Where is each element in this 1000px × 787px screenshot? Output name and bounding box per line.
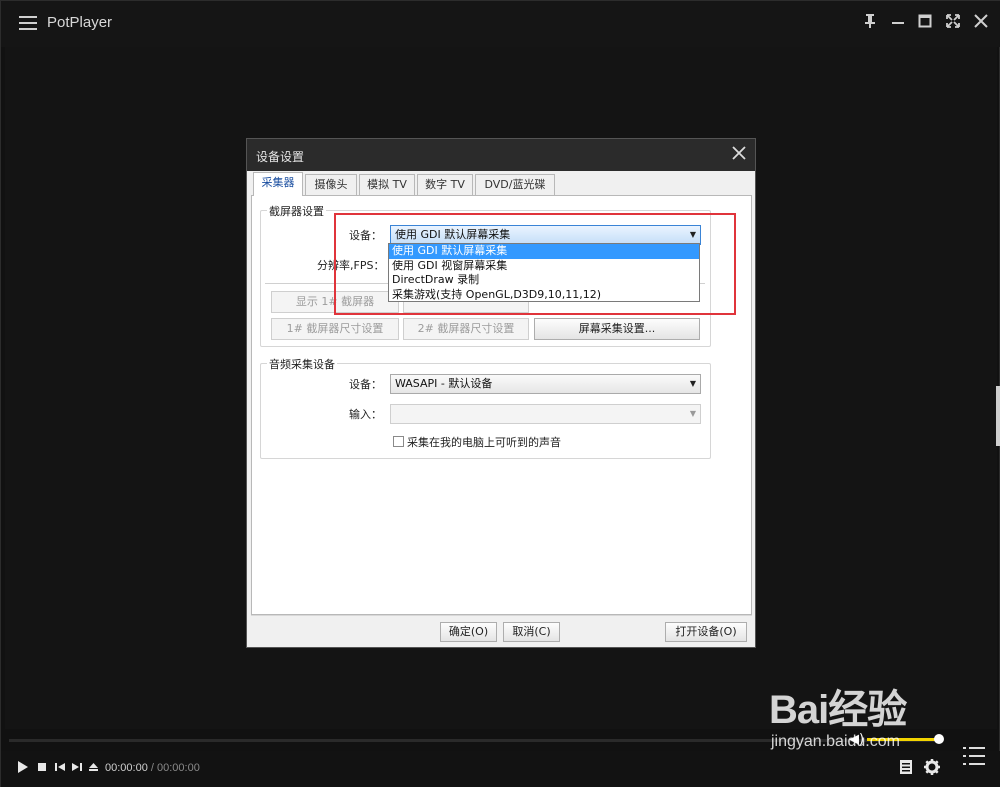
cancel-button[interactable]: 取消(C) (503, 622, 560, 642)
capture-system-audio-label: 采集在我的电脑上可听到的声音 (407, 436, 561, 449)
play-icon[interactable] (17, 761, 29, 776)
capturer-2-size-button[interactable]: 2# 截屏器尺寸设置 (403, 318, 529, 340)
time-separator: / (150, 762, 154, 774)
audio-device-label: 设备： (349, 378, 382, 391)
tab-analog-tv[interactable]: 模拟 TV (359, 174, 415, 195)
annotation-highlight-box (334, 213, 736, 315)
audio-device-value: WASAPI - 默认设备 (395, 377, 493, 390)
title-bar: PotPlayer (1, 1, 1000, 47)
audio-capture-group: 音频采集设备 设备： WASAPI - 默认设备 ▼ 输入： ▼ 采集在我的电脑… (260, 356, 711, 459)
previous-icon[interactable] (55, 761, 66, 776)
next-icon[interactable] (72, 761, 83, 776)
tab-capture[interactable]: 采集器 (253, 172, 303, 196)
audio-input-select[interactable]: ▼ (390, 404, 701, 424)
total-time: 00:00:00 (157, 762, 200, 774)
tab-dvd-bluray[interactable]: DVD/蓝光碟 (475, 174, 555, 195)
watermark-logo-text: Bai经验 (769, 688, 907, 732)
footer-divider (251, 615, 752, 616)
minimize-icon[interactable] (888, 13, 908, 33)
screen-capture-group-label: 截屏器设置 (267, 203, 326, 219)
close-icon[interactable] (971, 13, 991, 33)
tab-digital-tv[interactable]: 数字 TV (417, 174, 473, 195)
dialog-title: 设备设置 (256, 150, 305, 164)
tab-camera[interactable]: 摄像头 (305, 174, 357, 195)
chevron-down-icon: ▼ (689, 409, 696, 418)
eject-icon[interactable] (88, 761, 99, 776)
pin-icon[interactable] (860, 13, 880, 33)
ok-button[interactable]: 确定(O) (440, 622, 497, 642)
dialog-close-icon[interactable] (731, 143, 747, 167)
current-time: 00:00:00 (105, 762, 148, 774)
capture-system-audio-checkbox[interactable] (393, 436, 404, 447)
dialog-title-bar: 设备设置 (247, 139, 755, 171)
audio-device-select[interactable]: WASAPI - 默认设备 ▼ (390, 374, 701, 394)
audio-capture-group-label: 音频采集设备 (267, 356, 337, 372)
app-title: PotPlayer (47, 14, 113, 31)
hamburger-menu-icon[interactable] (19, 16, 37, 30)
potplayer-window: PotPlayer 设备设置 采集器 摄像头 模拟 TV 数字 TV DVD/蓝… (0, 0, 1000, 787)
chevron-down-icon: ▼ (689, 379, 696, 388)
screen-capture-settings-button[interactable]: 屏幕采集设置... (534, 318, 700, 340)
side-panel-handle[interactable] (996, 386, 1000, 446)
open-device-button[interactable]: 打开设备(O) (665, 622, 747, 642)
fullscreen-icon[interactable] (943, 13, 963, 33)
capturer-1-size-button[interactable]: 1# 截屏器尺寸设置 (271, 318, 399, 340)
audio-input-label: 输入： (349, 408, 382, 421)
watermark-url: jingyan.baidu.com (771, 733, 900, 750)
maximize-icon[interactable] (915, 13, 935, 33)
time-display: 00:00:00 / 00:00:00 (105, 762, 200, 774)
baidu-jingyan-watermark: Bai经验 jingyan.baidu.com (769, 677, 1000, 777)
stop-icon[interactable] (37, 761, 47, 776)
